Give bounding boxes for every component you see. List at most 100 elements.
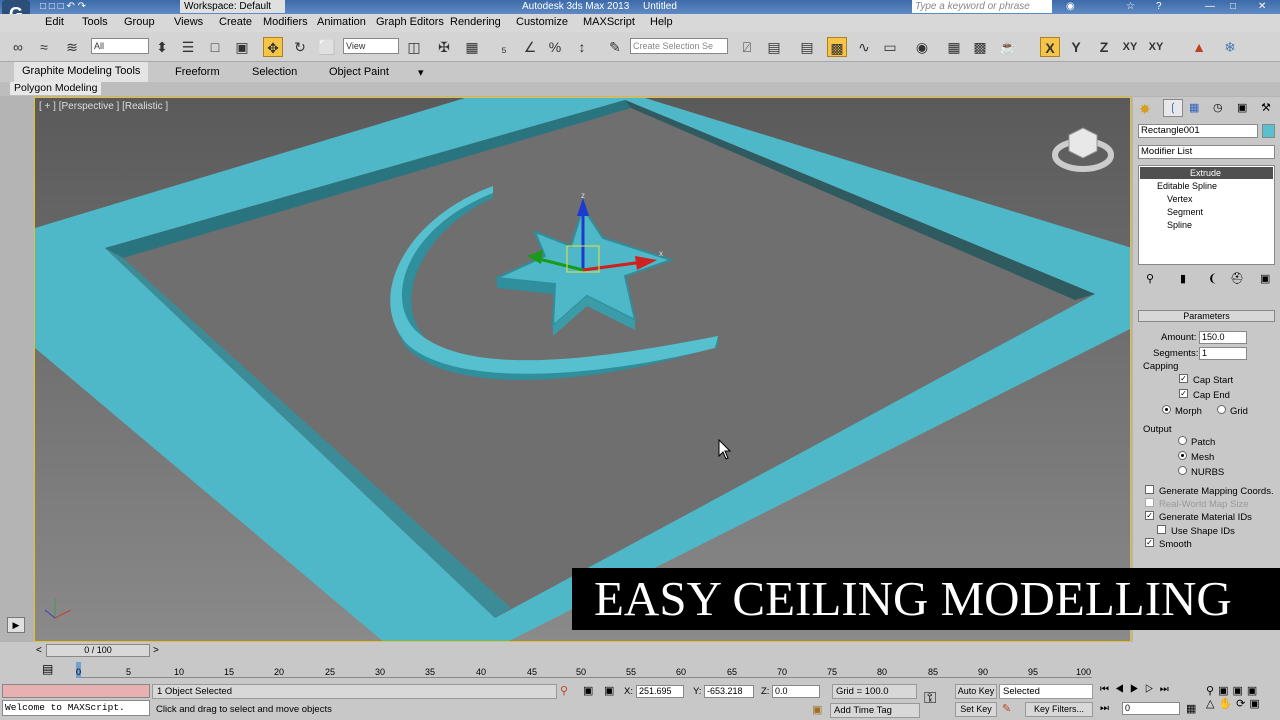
menu-customize[interactable]: Customize [516, 16, 568, 28]
maximize-viewport-icon[interactable]: ▣ [1249, 698, 1263, 710]
menu-animation[interactable]: Animation [317, 16, 366, 28]
goto-end-icon[interactable]: ⏭ [1160, 684, 1175, 695]
tab-graphite-modeling-tools[interactable]: Graphite Modeling Tools [14, 62, 149, 82]
patch-radio[interactable] [1178, 436, 1187, 445]
time-config-icon[interactable]: ▦ [1186, 702, 1196, 715]
pivot-center-icon[interactable]: ◫ [404, 37, 424, 57]
graphite-toggle-icon[interactable]: ▩ [827, 37, 847, 57]
gen-mapping-checkbox[interactable] [1145, 485, 1154, 494]
select-rotate-icon[interactable]: ↻ [290, 37, 310, 57]
display-tab-icon[interactable]: ▣ [1237, 101, 1247, 114]
modifier-list-select[interactable]: Modifier List [1138, 145, 1275, 159]
axis-x-button[interactable]: X [1040, 37, 1060, 57]
particle-view-icon[interactable]: ❄ [1220, 37, 1240, 57]
x-coord-field[interactable]: 251.695 [636, 685, 684, 698]
create-tab-icon[interactable]: ✸ [1139, 101, 1151, 118]
select-move-icon[interactable]: ✥ [263, 37, 283, 57]
axis-xy-button[interactable]: XY [1120, 37, 1140, 57]
menu-rendering[interactable]: Rendering [450, 16, 501, 28]
axis-xy-cycle-button[interactable]: XY [1146, 37, 1166, 57]
pin-stack-icon[interactable]: ⚲ [1146, 272, 1154, 285]
tab-freeform[interactable]: Freeform [175, 66, 220, 78]
selection-filter-select[interactable]: All [91, 38, 149, 54]
percent-snap-icon[interactable]: % [545, 37, 565, 57]
angle-snap-icon[interactable]: ∠ [520, 37, 540, 57]
segments-spinner[interactable]: 1 [1199, 347, 1247, 360]
goto-start-icon[interactable]: ⏮ [1100, 684, 1115, 695]
stack-item-extrude[interactable]: Extrude [1140, 167, 1273, 179]
grid-radio[interactable] [1217, 405, 1226, 414]
mini-curve-editor-icon[interactable]: ▤ [42, 662, 53, 676]
select-object-icon[interactable]: ⬍ [152, 37, 172, 57]
minimize-button[interactable]: — [1205, 0, 1215, 13]
menu-help[interactable]: Help [650, 16, 673, 28]
timeline-prev-button[interactable]: < [36, 645, 42, 656]
menu-modifiers[interactable]: Modifiers [263, 16, 308, 28]
material-editor-icon[interactable]: ◉ [912, 37, 932, 57]
y-coord-field[interactable]: -653.218 [704, 685, 754, 698]
key-filters-button[interactable]: Key Filters... [1025, 702, 1093, 717]
polygon-modeling-panel[interactable]: Polygon Modeling [10, 82, 102, 95]
rendered-frame-icon[interactable]: ▩ [970, 37, 990, 57]
absolute-mode-icon[interactable]: ▣ [604, 684, 614, 697]
snaps-toggle-icon[interactable]: ₅ [494, 37, 514, 57]
auto-key-button[interactable]: Auto Key [955, 684, 997, 699]
viewport-play-icon[interactable]: ▶ [7, 617, 25, 633]
smooth-checkbox[interactable]: ✓ [1145, 538, 1154, 547]
configure-sets-icon[interactable]: ▣ [1260, 272, 1270, 285]
bind-spacewarp-icon[interactable]: ≋ [62, 37, 82, 57]
menu-graph-editors[interactable]: Graph Editors [376, 16, 444, 28]
menu-group[interactable]: Group [124, 16, 155, 28]
star-icon[interactable]: ☆ [1126, 0, 1135, 13]
use-shape-ids-checkbox[interactable] [1157, 525, 1166, 534]
orbit-icon[interactable]: ⟳ [1236, 698, 1249, 710]
stack-item-segment[interactable]: Segment [1167, 207, 1203, 217]
motion-tab-icon[interactable]: ◷ [1213, 101, 1223, 114]
select-scale-icon[interactable]: ⬜ [317, 37, 337, 57]
binoculars-icon[interactable]: ◉ [1066, 0, 1075, 13]
time-tag-icon[interactable]: ▣ [812, 703, 822, 716]
viewport-scene[interactable]: z x [35, 98, 1131, 642]
edit-named-selection-icon[interactable]: ✎ [605, 37, 625, 57]
current-frame-field[interactable]: 0 [1122, 702, 1180, 715]
align-icon[interactable]: ▤ [764, 37, 784, 57]
remove-modifier-icon[interactable]: ⛑ [1230, 272, 1244, 285]
play-icon[interactable]: ▶ [1130, 684, 1145, 695]
spinner-snap-icon[interactable]: ↕ [572, 37, 592, 57]
modifier-stack[interactable]: Extrude Editable Spline Vertex Segment S… [1138, 165, 1275, 265]
schematic-view-icon[interactable]: ▭ [880, 37, 900, 57]
mesh-radio[interactable] [1178, 451, 1187, 460]
search-input[interactable]: Type a keyword or phrase [912, 0, 1052, 13]
time-slider[interactable]: 0 / 100 [46, 644, 150, 657]
zoom-icon[interactable]: ⚲ [1206, 685, 1218, 697]
maximize-button[interactable]: □ [1230, 0, 1236, 13]
menu-maxscript[interactable]: MAXScript [583, 16, 635, 28]
parameters-rollout-header[interactable]: Parameters [1138, 310, 1275, 322]
axis-y-button[interactable]: Y [1066, 37, 1086, 57]
close-button[interactable]: ✕ [1258, 0, 1266, 13]
render-setup-icon[interactable]: ▦ [944, 37, 964, 57]
axis-z-button[interactable]: Z [1094, 37, 1114, 57]
menu-create[interactable]: Create [219, 16, 252, 28]
maxscript-listener-mini[interactable] [2, 684, 150, 698]
help-icon[interactable]: ? [1156, 0, 1162, 13]
z-coord-field[interactable]: 0.0 [772, 685, 820, 698]
object-name-field[interactable]: Rectangle001 [1138, 124, 1258, 138]
ribbon-options-icon[interactable]: ▾ [418, 66, 424, 79]
stack-item-spline[interactable]: Spline [1167, 220, 1192, 230]
set-key-button[interactable]: Set Key [955, 702, 997, 717]
key-mode-select[interactable]: Selected [999, 684, 1093, 699]
show-end-result-icon[interactable]: ▮ [1180, 272, 1186, 285]
render-teapot-icon[interactable]: ▲ [1189, 37, 1209, 57]
quick-access-icons[interactable]: □ □ □ ↶ ↷ [40, 0, 86, 13]
selection-lock-icon[interactable]: ▣ [583, 684, 593, 697]
stack-item-vertex[interactable]: Vertex [1167, 194, 1193, 204]
workspace-select[interactable]: Workspace: Default [180, 0, 285, 13]
utilities-tab-icon[interactable]: ⚒ [1261, 101, 1271, 114]
render-production-icon[interactable]: ☕ [998, 37, 1018, 57]
keyboard-shortcut-icon[interactable]: ▦ [462, 37, 482, 57]
cap-end-checkbox[interactable]: ✓ [1179, 389, 1188, 398]
select-manipulate-icon[interactable]: ✠ [434, 37, 454, 57]
amount-spinner[interactable]: 150.0 [1199, 331, 1247, 344]
tab-object-paint[interactable]: Object Paint [329, 66, 389, 78]
